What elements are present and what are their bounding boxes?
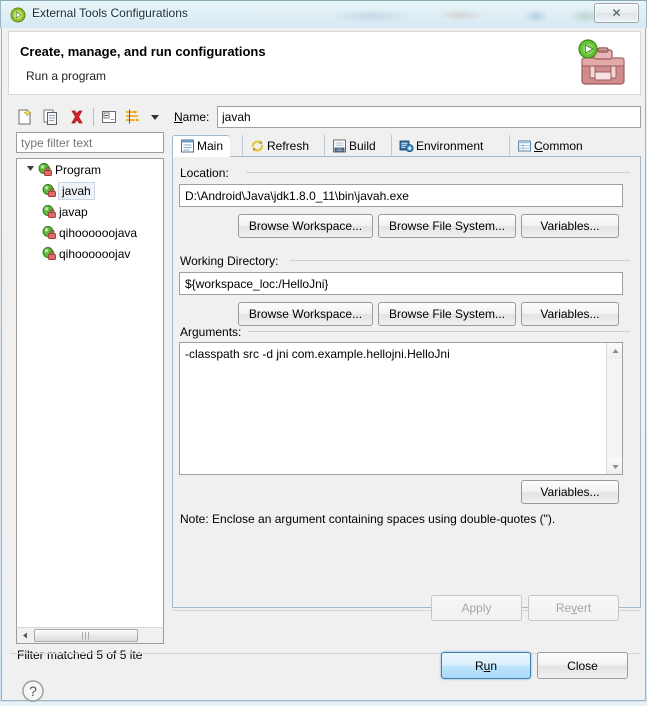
workdir-variables-button[interactable]: Variables...	[521, 302, 619, 326]
close-button[interactable]: Close	[537, 652, 628, 679]
close-icon: ✕	[611, 6, 622, 20]
tree-item-label: qihoooooojav	[59, 246, 131, 261]
toolbar-separator	[93, 108, 94, 126]
location-group-line	[246, 172, 630, 173]
tab-label: Refresh	[267, 139, 310, 153]
build-tab-icon: 010	[332, 139, 349, 153]
help-question-icon[interactable]: ?	[21, 679, 45, 703]
tree-item-javah[interactable]: javah	[17, 180, 163, 201]
location-browse-filesystem-button[interactable]: Browse File System...	[378, 214, 516, 238]
tab-common[interactable]: Common	[509, 135, 590, 157]
view-menu-chevron-icon[interactable]	[147, 107, 163, 127]
tab-label: Build	[349, 139, 376, 153]
eclipse-launch-icon	[10, 7, 26, 23]
arguments-textarea-wrapper[interactable]: -classpath src -d jni com.example.helloj…	[179, 342, 623, 475]
tree-horizontal-scrollbar[interactable]: |||	[16, 627, 164, 644]
program-config-icon	[41, 183, 59, 199]
header-title: Create, manage, and run configurations	[20, 44, 266, 59]
apply-button[interactable]: Apply	[431, 595, 522, 621]
arguments-note: Note: Enclose an argument containing spa…	[180, 512, 556, 526]
configuration-editor: Name: Main	[172, 104, 641, 608]
common-tab-icon	[517, 139, 534, 153]
tab-main[interactable]: Main	[172, 135, 231, 157]
program-config-icon	[41, 204, 59, 220]
tab-label: Environment	[416, 139, 484, 153]
external-tools-configurations-window: External Tools Configurations ✕ Create, …	[0, 0, 647, 702]
run-button[interactable]: Run	[441, 652, 531, 679]
location-input[interactable]	[179, 184, 623, 207]
tree-expand-twisty-icon[interactable]	[23, 164, 37, 175]
new-configuration-icon[interactable]	[15, 107, 35, 127]
dialog-header: Create, manage, and run configurations R…	[8, 31, 641, 95]
svg-text:?: ?	[29, 683, 37, 699]
environment-tab-icon	[399, 139, 416, 153]
configurations-tree[interactable]: Program javah javap qihoooooojava qihooo…	[16, 158, 164, 627]
location-browse-workspace-button[interactable]: Browse Workspace...	[238, 214, 373, 238]
working-directory-group-line	[290, 260, 630, 261]
tree-toolbar	[13, 104, 168, 130]
workdir-browse-filesystem-button[interactable]: Browse File System...	[378, 302, 516, 326]
name-label: Name:	[174, 110, 210, 124]
delete-configuration-icon[interactable]	[67, 107, 87, 127]
scroll-up-arrow-icon[interactable]	[607, 343, 622, 359]
refresh-tab-icon	[250, 139, 267, 153]
tree-item-program[interactable]: Program	[17, 159, 163, 180]
scroll-left-arrow-icon[interactable]	[17, 628, 33, 643]
scroll-down-arrow-icon[interactable]	[607, 458, 622, 474]
tree-item-label: qihoooooojava	[59, 225, 138, 240]
location-label: Location:	[180, 166, 229, 180]
header-subtitle: Run a program	[26, 69, 107, 83]
tab-environment[interactable]: Environment	[391, 135, 490, 157]
filter-input[interactable]	[16, 132, 164, 153]
arguments-textarea[interactable]: -classpath src -d jni com.example.helloj…	[180, 343, 606, 474]
workdir-browse-workspace-button[interactable]: Browse Workspace...	[238, 302, 373, 326]
arguments-group-line	[248, 331, 630, 332]
tab-label: Main	[197, 139, 224, 153]
filter-icon[interactable]	[123, 107, 143, 127]
revert-button[interactable]: Re v ert	[528, 595, 619, 621]
tree-item-label: javah	[58, 181, 95, 200]
filter-status-text: Filter matched 5 of 5 ite	[17, 648, 143, 662]
svg-text:010: 010	[337, 148, 343, 152]
tab-refresh[interactable]: Refresh	[242, 135, 316, 157]
tree-item-label: Program	[55, 162, 102, 177]
window-title: External Tools Configurations	[32, 6, 188, 20]
arguments-vertical-scrollbar[interactable]	[606, 343, 622, 474]
aero-glass-bleed	[331, 2, 631, 28]
dialog-body: Create, manage, and run configurations R…	[1, 28, 646, 703]
program-config-icon	[41, 246, 59, 262]
main-tab-panel: Location: Browse Workspace... Browse Fil…	[172, 157, 641, 608]
toolbox-run-icon	[572, 36, 630, 92]
name-input[interactable]	[217, 106, 641, 128]
arguments-label: Arguments:	[180, 325, 242, 339]
duplicate-configuration-icon[interactable]	[41, 107, 61, 127]
working-directory-input[interactable]	[179, 272, 623, 295]
main-tab-icon	[180, 139, 197, 153]
tree-item-label: javap	[59, 204, 88, 219]
tree-item-javap[interactable]: javap	[17, 201, 163, 222]
tree-item-qihoooooojava[interactable]: qihoooooojava	[17, 222, 163, 243]
title-bar: External Tools Configurations ✕	[0, 0, 647, 28]
window-close-button[interactable]: ✕	[594, 3, 639, 23]
configurations-panel: Program javah	[13, 104, 168, 662]
program-config-icon	[41, 225, 59, 241]
location-variables-button[interactable]: Variables...	[521, 214, 619, 238]
tab-strip: Main Refresh 010 Build Environment Commo…	[172, 135, 641, 157]
working-directory-label: Working Directory:	[180, 254, 279, 268]
program-config-icon	[37, 162, 55, 178]
tab-build[interactable]: 010 Build	[324, 135, 383, 157]
tree-item-qihoooooojav[interactable]: qihoooooojav	[17, 243, 163, 264]
collapse-all-icon[interactable]	[99, 107, 119, 127]
arguments-variables-button[interactable]: Variables...	[521, 480, 619, 504]
scroll-thumb[interactable]: |||	[34, 629, 138, 642]
tab-label: Common	[534, 139, 583, 153]
